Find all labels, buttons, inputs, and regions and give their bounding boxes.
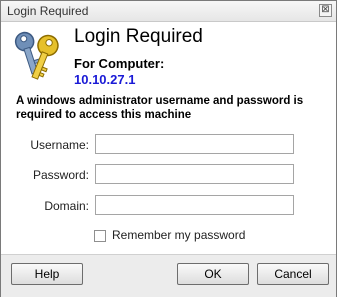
dialog-heading: Login Required (74, 26, 203, 47)
close-icon[interactable]: ⊠ (319, 4, 332, 17)
domain-label: Domain: (44, 199, 89, 213)
computer-address: 10.10.27.1 (74, 72, 136, 87)
window-title: Login Required (7, 4, 89, 18)
for-computer-label: For Computer: (74, 56, 165, 71)
username-label: Username: (30, 138, 89, 152)
title-bar[interactable]: Login Required ⊠ (1, 1, 336, 22)
description-text: A windows administrator username and pas… (16, 95, 304, 121)
keys-icon (14, 31, 59, 80)
button-bar: Help OK Cancel (1, 254, 336, 297)
login-dialog: Login Required ⊠ Login Required For Comp… (0, 0, 337, 297)
password-label: Password: (32, 168, 89, 182)
remember-password-checkbox[interactable] (94, 230, 106, 242)
ok-button[interactable]: OK (177, 263, 249, 285)
cancel-button[interactable]: Cancel (257, 263, 329, 285)
remember-password-label[interactable]: Remember my password (112, 228, 245, 242)
username-field[interactable] (95, 134, 294, 154)
domain-field[interactable] (95, 195, 294, 215)
password-field[interactable] (95, 164, 294, 184)
help-button[interactable]: Help (11, 263, 83, 285)
